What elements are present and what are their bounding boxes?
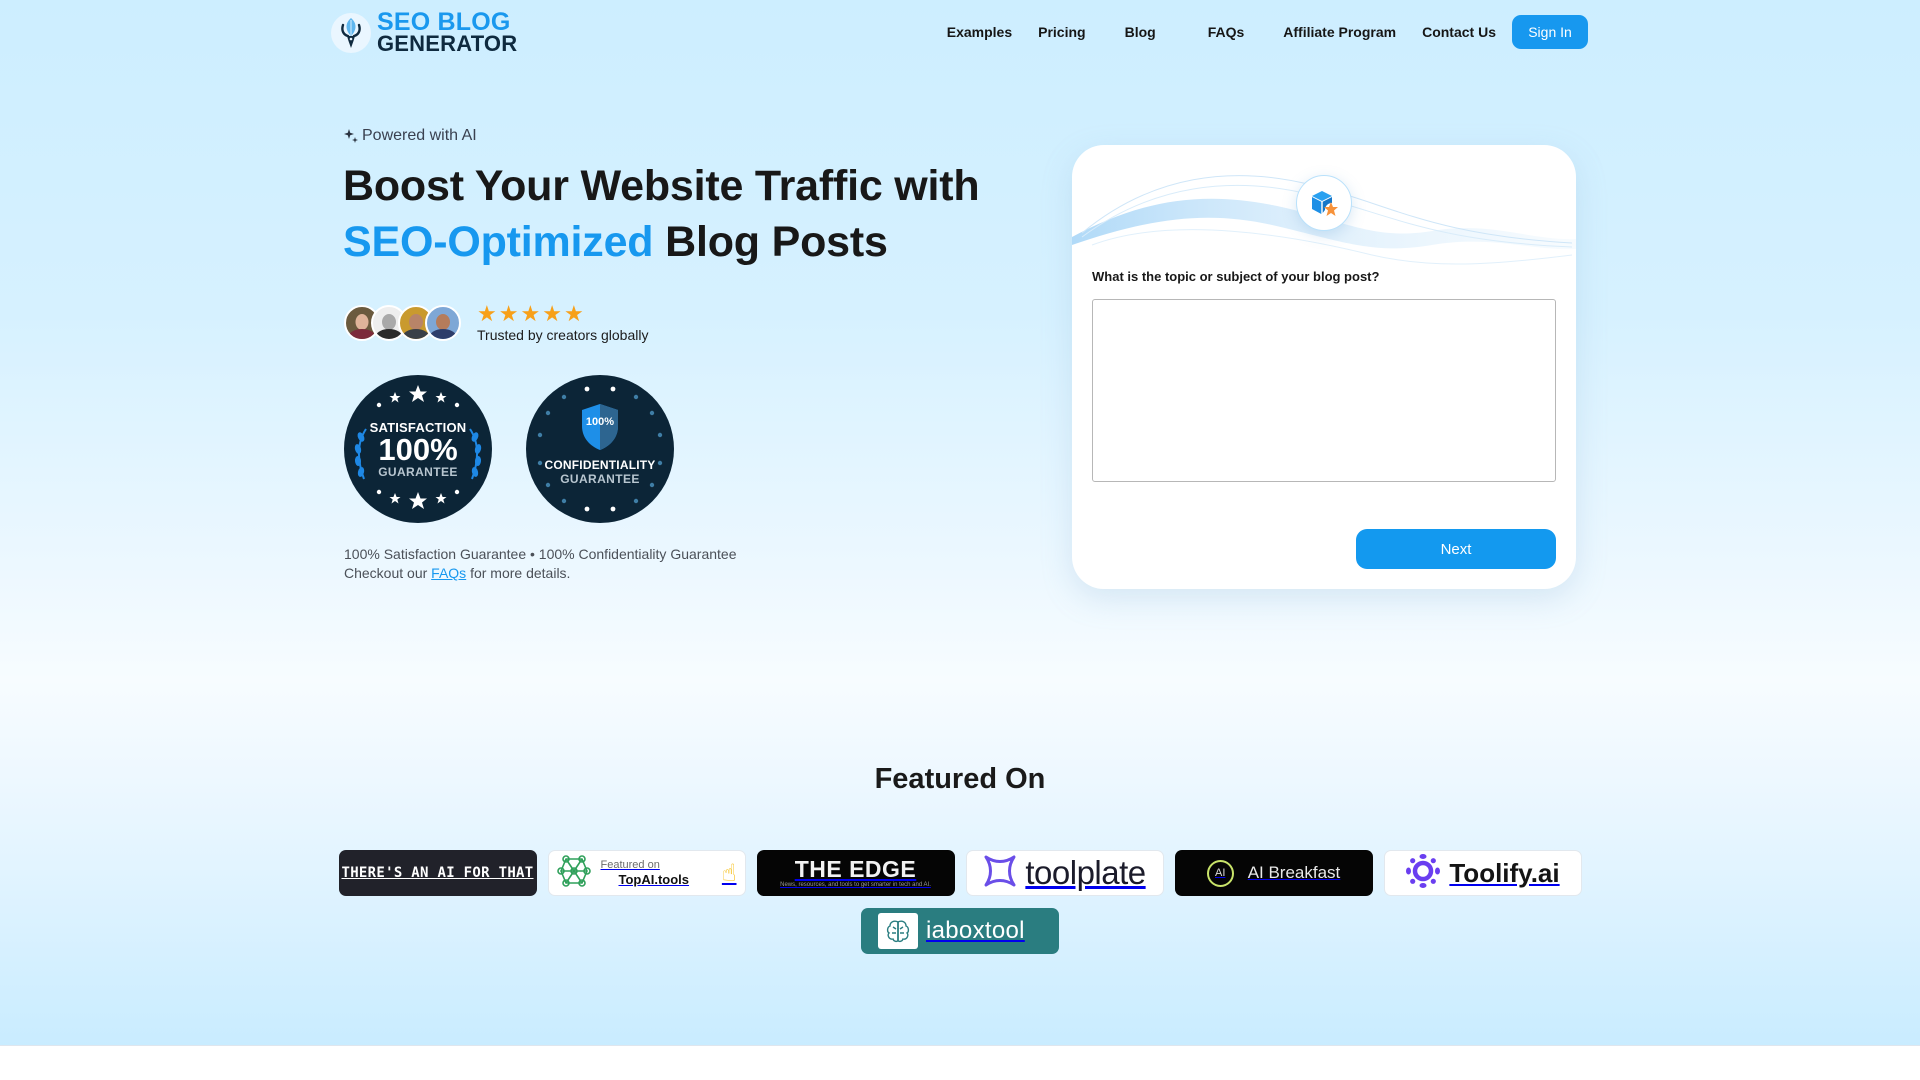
hero-headline: Boost Your Website Traffic with SEO-Opti… [343,158,980,270]
checkout-prefix: Checkout our [344,565,428,581]
sparkle-icon [344,129,358,143]
toolify-mark-icon [1405,853,1441,894]
featured-toolify-ai[interactable]: Toolify.ai [1383,850,1582,896]
star-icon: ★ [520,301,541,326]
featured-the-edge[interactable]: THE EDGE News, resources, and tools to g… [756,850,955,896]
logo-text-line2: GENERATOR [377,31,518,56]
guarantee-text: 100% Satisfaction Guarantee • 100% Confi… [344,545,736,583]
logo-text: AI Breakfast [1247,863,1341,882]
site-logo[interactable]: SEO BLOG GENERATOR [331,8,518,56]
guarantee-line: 100% Satisfaction Guarantee • 100% Confi… [344,546,737,562]
trusted-label: Trusted by creators globally [477,327,649,343]
nav-examples[interactable]: Examples [934,15,1025,49]
logo-text-line1: SEO BLOG [377,8,511,36]
logo-text: THERE'S AN AI FOR THAT [341,865,534,881]
star-icon: ★ [542,301,562,326]
next-button[interactable]: Next [1356,529,1556,569]
pointing-hand-icon: ☝ [721,859,737,887]
star-rating: ★ ★ ★ ★ ★ [477,303,648,325]
featured-ai-breakfast[interactable]: AI AI Breakfast [1174,850,1373,896]
star-icon: ★ [498,301,519,326]
sign-in-button[interactable]: Sign In [1512,15,1588,49]
shield-percent: 100% [585,416,615,428]
featured-on-title: Featured On [874,763,1046,795]
nav-pricing[interactable]: Pricing [1025,15,1098,49]
checkout-suffix: for more details. [470,565,571,581]
network-icon [556,854,591,893]
logo-text: TopAI.tools [618,872,690,887]
main-nav: Examples Pricing Blog FAQs Affiliate Pro… [934,15,1588,49]
logo-tagline: News, resources, and tools to get smarte… [780,882,931,888]
ai-breakfast-mark-icon: AI [1206,859,1234,887]
social-proof: ★ ★ ★ ★ ★ Trusted by creators globally [344,303,648,343]
logo-text: Toolify.ai [1449,857,1560,888]
featured-theresanaiforthat[interactable]: THERE'S AN AI FOR THAT [338,850,537,896]
powered-label: Powered with AI [362,127,477,144]
topic-form-card: What is the topic or subject of your blo… [1072,145,1576,589]
headline-rest: Blog Posts [665,218,888,266]
star-icon: ★ [477,301,497,326]
nav-faqs[interactable]: FAQs [1182,15,1271,49]
guarantee-badges: SATISFACTION 100% GUARANTEE 100% CONFIDE… [344,375,674,523]
site-header: SEO BLOG GENERATOR Examples Pricing Blog… [0,0,1920,64]
powered-with-ai: Powered with AI [344,127,477,145]
nav-affiliate-program[interactable]: Affiliate Program [1270,15,1409,49]
brain-icon [878,913,918,949]
headline-accent: SEO-Optimized [343,218,654,266]
nav-blog[interactable]: Blog [1099,15,1182,49]
laurel-icon [469,428,482,480]
satisfaction-guarantee-badge: SATISFACTION 100% GUARANTEE [344,375,492,523]
confidentiality-guarantee-badge: 100% CONFIDENTIALITY GUARANTEE [526,375,674,523]
featured-topai-tools[interactable]: Featured on TopAI.tools ☝ [547,850,746,896]
laurel-icon [354,428,367,480]
box-star-icon [1296,175,1352,231]
logo-text: THE EDGE [794,856,917,882]
star-icon: ★ [563,301,584,326]
avatar [425,305,461,341]
creator-avatars [344,305,461,341]
headline-line1: Boost Your Website Traffic with [343,162,980,210]
logo-text: toolplate [1025,854,1146,891]
nav-contact-us[interactable]: Contact Us [1409,15,1509,49]
fountain-pen-feather-icon [331,13,371,53]
logo-text-small: Featured on [600,859,660,871]
featured-iaboxtool[interactable]: iaboxtool [861,908,1059,954]
faqs-link[interactable]: FAQs [431,565,466,581]
featured-toolplate[interactable]: toolplate [965,850,1164,896]
topic-input[interactable] [1092,299,1556,482]
topic-question-label: What is the topic or subject of your blo… [1092,269,1380,284]
toolplate-mark-icon [983,854,1017,893]
logo-text: iaboxtool [926,917,1025,944]
shield-icon: 100% [578,402,622,452]
featured-logos: THERE'S AN AI FOR THAT Featured on TopAI… [336,850,1584,954]
